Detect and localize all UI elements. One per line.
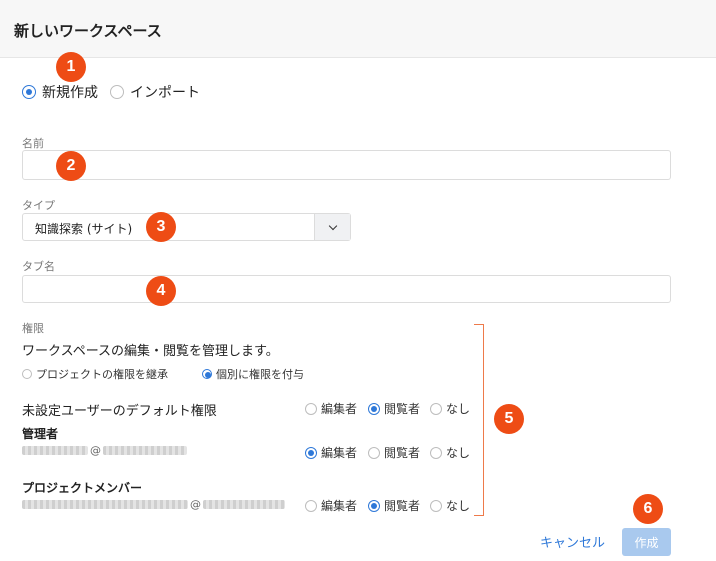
admin-viewer-option[interactable]: 閲覧者	[368, 444, 420, 461]
member-editor-radio[interactable]	[305, 499, 317, 512]
chevron-down-icon	[328, 221, 337, 230]
annotation-badge-1: 1	[56, 52, 86, 82]
member-viewer-option[interactable]: 閲覧者	[368, 497, 420, 514]
member-user-email: @	[22, 498, 285, 511]
mode-new-option[interactable]: 新規作成	[22, 82, 98, 102]
default-none-label: なし	[446, 402, 471, 416]
type-select-value: 知識探索 (サイト)	[35, 222, 133, 236]
type-label: タイプ	[22, 199, 55, 212]
member-viewer-radio[interactable]	[368, 499, 380, 512]
default-viewer-label: 閲覧者	[384, 402, 421, 416]
default-none-option[interactable]: なし	[430, 400, 470, 417]
member-viewer-label: 閲覧者	[384, 499, 421, 513]
default-permission-label: 未設定ユーザーのデフォルト権限	[22, 404, 217, 419]
email-at-sign: @	[190, 498, 201, 511]
admin-editor-radio[interactable]	[305, 446, 317, 459]
dialog-title: 新しいワークスペース	[14, 22, 162, 40]
member-editor-label: 編集者	[321, 499, 358, 513]
cancel-button[interactable]: キャンセル	[540, 532, 605, 551]
member-none-radio[interactable]	[430, 499, 442, 512]
default-viewer-option[interactable]: 閲覧者	[368, 400, 420, 417]
permission-individual-label: 個別に権限を付与	[216, 368, 304, 381]
admin-user-email: @	[22, 444, 187, 457]
create-button[interactable]: 作成	[622, 528, 671, 556]
admin-none-radio[interactable]	[430, 446, 442, 459]
annotation-badge-6: 6	[633, 494, 663, 524]
default-editor-option[interactable]: 編集者	[305, 400, 357, 417]
members-label: プロジェクトメンバー	[22, 481, 143, 495]
default-none-radio[interactable]	[430, 402, 442, 415]
admin-viewer-label: 閲覧者	[384, 446, 421, 460]
redacted-text	[203, 500, 285, 509]
tab-name-input[interactable]	[22, 275, 671, 303]
admins-label: 管理者	[22, 427, 59, 441]
redacted-text	[22, 446, 88, 455]
mode-new-radio[interactable]	[22, 85, 36, 99]
name-input[interactable]	[22, 150, 671, 180]
type-select[interactable]: 知識探索 (サイト)	[22, 213, 351, 241]
admin-viewer-radio[interactable]	[368, 446, 380, 459]
permission-inherit-label: プロジェクトの権限を継承	[36, 368, 168, 381]
admin-editor-label: 編集者	[321, 446, 358, 460]
member-none-label: なし	[446, 499, 471, 513]
email-at-sign: @	[90, 444, 101, 457]
redacted-text	[22, 500, 188, 509]
permissions-description: ワークスペースの編集・閲覧を管理します。	[22, 344, 279, 359]
default-editor-label: 編集者	[321, 402, 358, 416]
admin-none-option[interactable]: なし	[430, 444, 470, 461]
redacted-text	[103, 446, 187, 455]
member-none-option[interactable]: なし	[430, 497, 470, 514]
member-editor-option[interactable]: 編集者	[305, 497, 357, 514]
type-select-toggle[interactable]	[314, 214, 350, 240]
admin-none-label: なし	[446, 446, 471, 460]
annotation-bracket	[474, 324, 484, 516]
permission-individual-radio[interactable]	[202, 369, 212, 379]
admin-editor-option[interactable]: 編集者	[305, 444, 357, 461]
mode-import-option[interactable]: インポート	[110, 82, 200, 102]
permission-inherit-radio[interactable]	[22, 369, 32, 379]
annotation-badge-2: 2	[56, 151, 86, 181]
mode-new-label: 新規作成	[42, 85, 98, 101]
default-editor-radio[interactable]	[305, 402, 317, 415]
mode-import-label: インポート	[130, 85, 200, 101]
permissions-label: 権限	[22, 322, 44, 335]
name-label: 名前	[22, 137, 44, 150]
tab-name-label: タブ名	[22, 260, 55, 273]
annotation-badge-4: 4	[146, 276, 176, 306]
annotation-badge-3: 3	[146, 212, 176, 242]
annotation-badge-5: 5	[494, 404, 524, 434]
dialog-header: 新しいワークスペース	[0, 0, 716, 58]
mode-import-radio[interactable]	[110, 85, 124, 99]
permission-inherit-option[interactable]: プロジェクトの権限を継承	[22, 366, 168, 382]
default-viewer-radio[interactable]	[368, 402, 380, 415]
permission-individual-option[interactable]: 個別に権限を付与	[202, 366, 304, 382]
